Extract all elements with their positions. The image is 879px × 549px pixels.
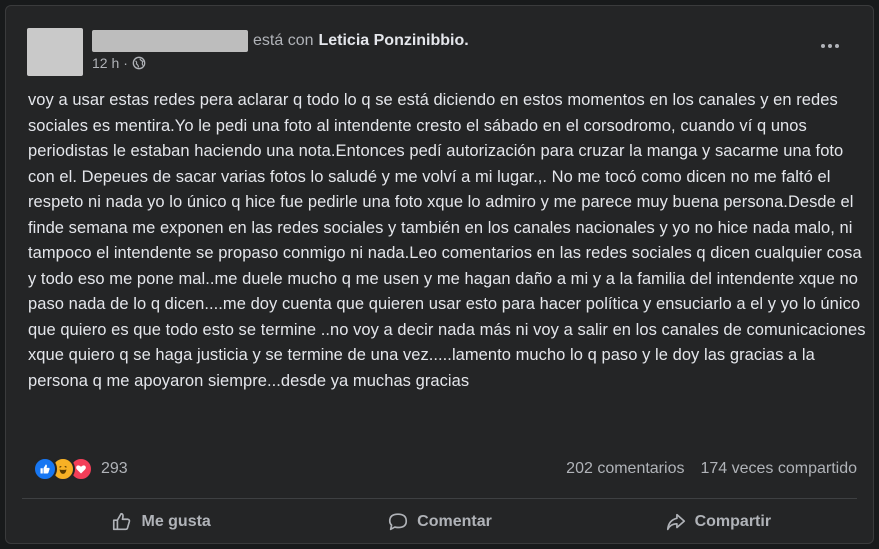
author-name-redacted[interactable] [92, 30, 248, 52]
post-stats: 202 comentarios 174 veces compartido [566, 458, 857, 480]
like-icon [33, 457, 57, 481]
thumbs-up-icon [113, 512, 131, 531]
like-button[interactable]: Me gusta [22, 505, 300, 539]
globe-icon[interactable] [132, 56, 146, 70]
comments-count-link[interactable]: 202 comentarios [566, 460, 684, 478]
post-card: está con Leticia Ponzinibbio. 12 h · voy… [5, 5, 874, 544]
post-timestamp[interactable]: 12 h [92, 55, 119, 71]
share-label: Compartir [694, 513, 772, 530]
post-header: está con Leticia Ponzinibbio. [92, 28, 469, 54]
like-label: Me gusta [141, 513, 211, 530]
avatar[interactable] [27, 28, 83, 76]
tagged-person-link[interactable]: Leticia Ponzinibbio. [318, 32, 468, 50]
comment-button[interactable]: Comentar [300, 505, 578, 539]
reaction-count: 293 [101, 460, 128, 477]
shares-count-link[interactable]: 174 veces compartido [700, 460, 857, 478]
comment-icon [389, 513, 408, 531]
post-meta: 12 h · [92, 54, 146, 72]
with-text: está con [253, 32, 314, 49]
share-button[interactable]: Compartir [579, 505, 857, 539]
reactions-summary[interactable]: 293 [33, 457, 128, 481]
more-options-icon[interactable] [816, 36, 844, 56]
share-icon [666, 513, 685, 531]
actions-divider [22, 498, 857, 499]
post-body-text: voy a usar estas redes pera aclarar q to… [28, 91, 866, 390]
post-actions: Me gusta Comentar Compartir [22, 505, 857, 539]
comment-label: Comentar [417, 513, 492, 530]
meta-separator: · [123, 55, 128, 71]
